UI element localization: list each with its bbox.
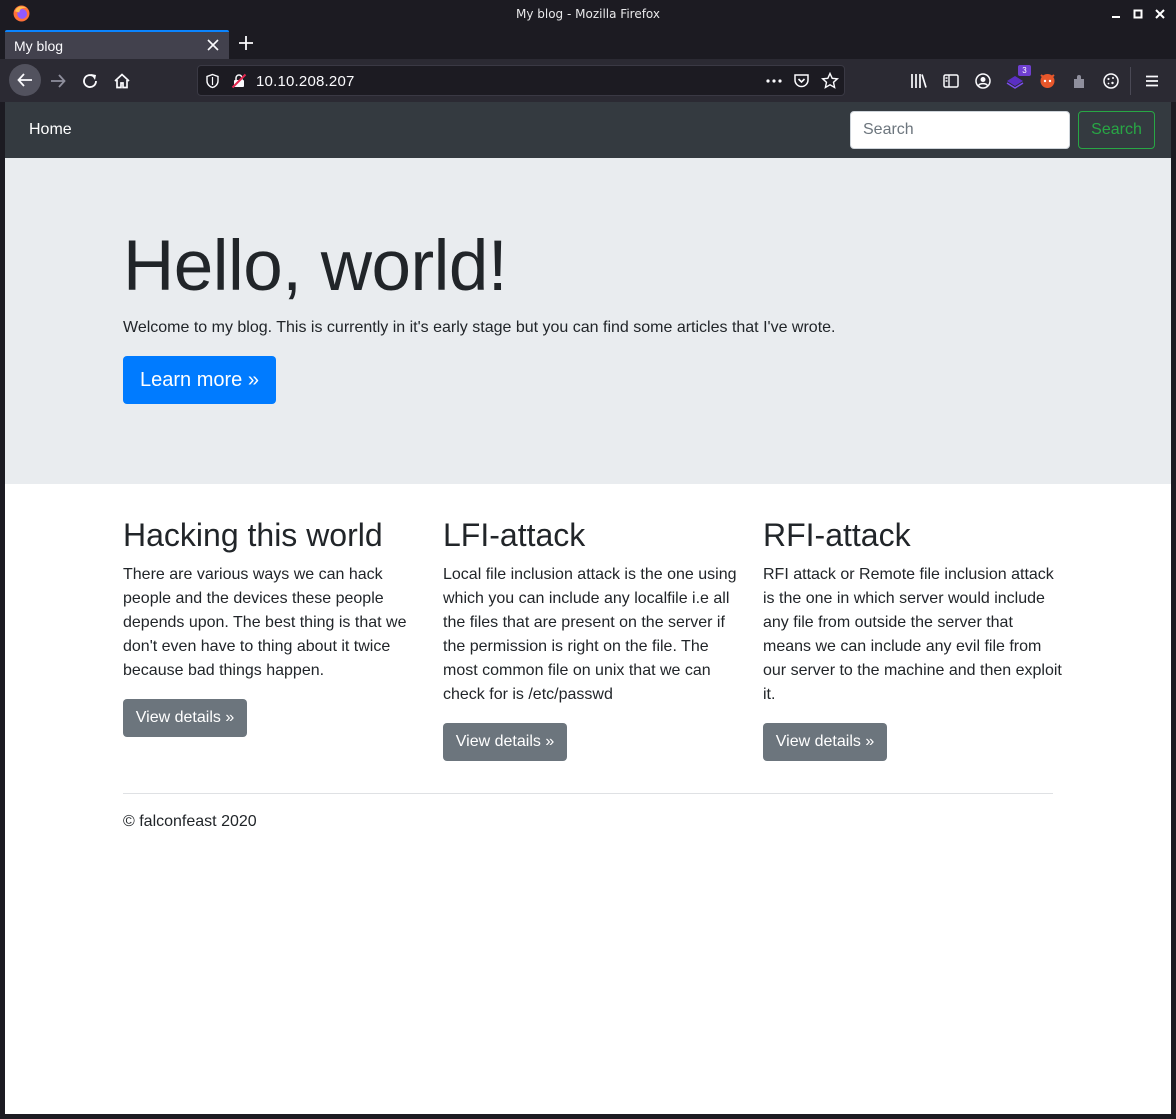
- foxyproxy-icon[interactable]: [1038, 71, 1057, 90]
- close-window-icon[interactable]: [1152, 6, 1168, 22]
- reload-icon[interactable]: [81, 72, 99, 90]
- cookie-icon[interactable]: [1102, 72, 1120, 90]
- view-details-button[interactable]: View details »: [123, 699, 247, 738]
- jumbotron: Hello, world! Welcome to my blog. This i…: [5, 158, 1171, 484]
- url-text[interactable]: 10.10.208.207: [256, 73, 355, 90]
- view-details-button[interactable]: View details »: [443, 723, 567, 762]
- back-arrow-icon: [17, 73, 32, 87]
- article-heading: RFI-attack: [763, 517, 911, 553]
- article-column-hacking: Hacking this world There are various way…: [123, 516, 423, 738]
- browser-toolbar: 10.10.208.207 3: [0, 59, 1176, 102]
- toolbar-separator: [1130, 67, 1131, 95]
- tab-title: My blog: [14, 38, 64, 54]
- forward-arrow-icon[interactable]: [49, 72, 67, 90]
- article-column-rfi: RFI-attack RFI attack or Remote file inc…: [763, 516, 1063, 762]
- article-text: There are various ways we can hack peopl…: [123, 566, 407, 680]
- sidebar-icon[interactable]: [942, 72, 960, 90]
- new-tab-icon[interactable]: [238, 35, 254, 51]
- tab-my-blog[interactable]: My blog: [5, 30, 229, 59]
- nav-home-link[interactable]: Home: [29, 121, 72, 139]
- window-title: My blog - Mozilla Firefox: [515, 7, 661, 21]
- jumbotron-lead: Welcome to my blog. This is currently in…: [123, 319, 836, 336]
- extension-badge: 3: [1018, 65, 1031, 76]
- article-heading: Hacking this world: [123, 517, 383, 553]
- close-tab-icon[interactable]: [206, 38, 220, 52]
- article-text: Local file inclusion attack is the one u…: [443, 566, 737, 704]
- page-viewport: Home Search Hello, world! Welcome to my …: [5, 102, 1171, 1114]
- footer-divider: [123, 793, 1053, 794]
- account-icon[interactable]: [974, 72, 992, 90]
- footer-copyright: © falconfeast 2020: [123, 813, 257, 830]
- maximize-icon[interactable]: [1130, 6, 1146, 22]
- learn-more-button[interactable]: Learn more »: [123, 356, 276, 404]
- home-icon[interactable]: [113, 72, 131, 90]
- view-details-button[interactable]: View details »: [763, 723, 887, 762]
- more-dots-icon[interactable]: [765, 74, 783, 88]
- site-navbar: Home Search: [5, 102, 1171, 158]
- library-icon[interactable]: [910, 72, 928, 90]
- shield-icon[interactable]: [205, 73, 220, 89]
- insecure-lock-icon[interactable]: [231, 73, 247, 89]
- extension-puzzle-icon[interactable]: [1070, 72, 1088, 90]
- window-titlebar: My blog - Mozilla Firefox: [0, 0, 1176, 29]
- bookmark-star-icon[interactable]: [821, 72, 839, 90]
- menu-icon[interactable]: [1143, 72, 1161, 90]
- url-bar[interactable]: 10.10.208.207: [197, 65, 845, 96]
- search-input[interactable]: [850, 111, 1070, 149]
- back-button[interactable]: [9, 64, 41, 96]
- search-button[interactable]: Search: [1078, 111, 1155, 149]
- minimize-icon[interactable]: [1108, 6, 1124, 22]
- article-heading: LFI-attack: [443, 517, 586, 553]
- page-title: Hello, world!: [123, 227, 508, 306]
- article-column-lfi: LFI-attack Local file inclusion attack i…: [443, 516, 743, 762]
- tab-strip: My blog: [0, 29, 1176, 59]
- article-text: RFI attack or Remote file inclusion atta…: [763, 566, 1062, 704]
- pocket-icon[interactable]: [793, 72, 810, 89]
